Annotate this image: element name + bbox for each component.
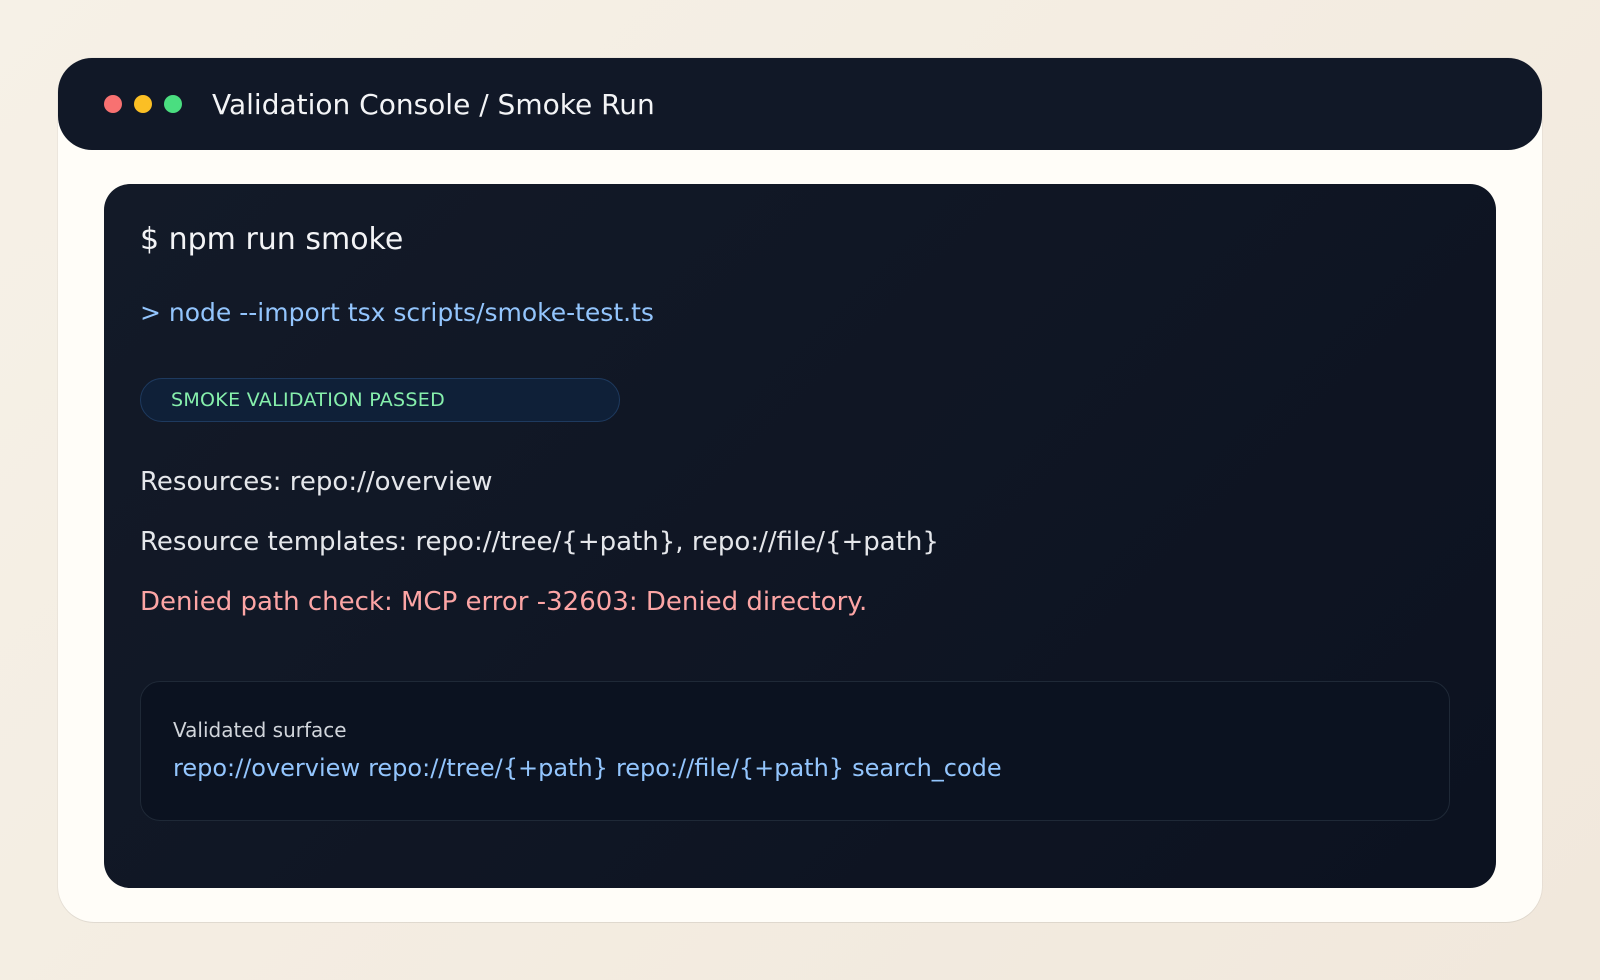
denied-path-error-line: Denied path check: MCP error -32603: Den… <box>140 587 868 617</box>
window-controls <box>104 95 194 113</box>
validated-surface-panel: Validated surface repo://overview repo:/… <box>140 681 1450 821</box>
console-window: Validation Console / Smoke Run $ npm run… <box>58 58 1542 922</box>
title-bar: Validation Console / Smoke Run <box>58 58 1542 150</box>
minimize-button[interactable] <box>134 95 152 113</box>
terminal-output[interactable]: $ npm run smoke > node --import tsx scri… <box>104 184 1496 888</box>
resources-line: Resources: repo://overview <box>140 467 493 497</box>
status-badge: SMOKE VALIDATION PASSED <box>140 378 620 422</box>
validated-surface-label: Validated surface <box>173 718 347 742</box>
surface-item-tree: repo://tree/{+path} <box>368 754 608 782</box>
resource-templates-line: Resource templates: repo://tree/{+path},… <box>140 527 939 557</box>
window-title: Validation Console / Smoke Run <box>212 87 655 121</box>
surface-item-overview: repo://overview <box>173 754 361 782</box>
surface-item-file: repo://file/{+path} <box>615 754 845 782</box>
validated-surface-list: repo://overview repo://tree/{+path} repo… <box>173 754 1010 782</box>
surface-item-search-code: search_code <box>852 754 1002 782</box>
close-button[interactable] <box>104 95 122 113</box>
command-line: $ npm run smoke <box>140 222 404 257</box>
maximize-button[interactable] <box>164 95 182 113</box>
script-invocation-line: > node --import tsx scripts/smoke-test.t… <box>140 298 654 327</box>
